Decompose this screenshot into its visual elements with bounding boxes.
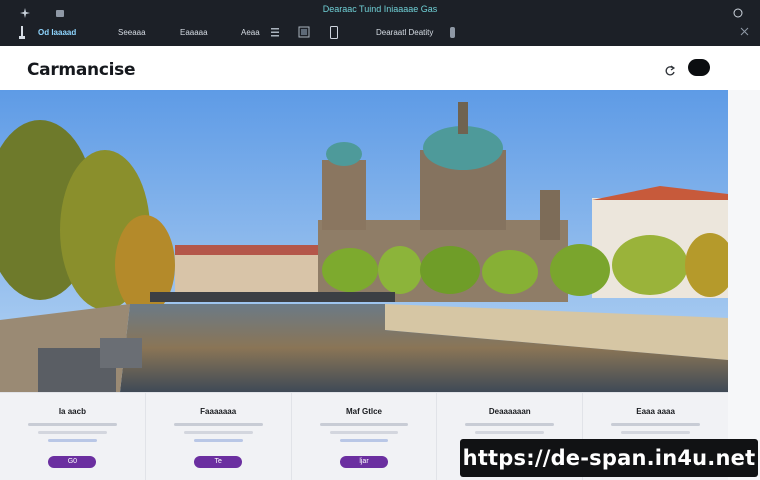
card-button[interactable]: ljar <box>339 456 388 468</box>
profile-toggle[interactable] <box>688 59 710 76</box>
card-text-line <box>48 439 97 442</box>
lamp-icon[interactable] <box>18 26 26 40</box>
card-button[interactable]: Te <box>194 456 243 468</box>
close-icon[interactable] <box>740 27 749 36</box>
nav-item-2[interactable]: Seeaaa <box>118 28 146 37</box>
page-header: Carmancise <box>0 46 760 90</box>
card-text-line <box>193 439 243 442</box>
card-text-line <box>319 423 409 426</box>
card-text-line <box>339 439 389 442</box>
phone-icon[interactable] <box>330 26 338 39</box>
nav-item-5[interactable]: Dearaatl Deatity <box>376 28 433 37</box>
nav-bar: Od Iaaaad Seeaaa Eaaaaa Aeaa Dearaatl De… <box>0 20 760 46</box>
nav-item-4[interactable]: Aeaa <box>241 28 260 37</box>
card-title: Maf Gtlce <box>345 407 382 416</box>
card-text-line <box>28 423 117 426</box>
card-text-line <box>475 431 545 434</box>
nav-item-3[interactable]: Eaaaaa <box>180 28 208 37</box>
hero-image <box>0 90 728 392</box>
card-button[interactable]: G0 <box>48 456 97 468</box>
card[interactable]: Ia aacb G0 <box>0 393 146 480</box>
card-title: Eaaa aaaa <box>636 407 675 416</box>
card-title: Deaaaaaan <box>488 407 531 416</box>
page: Carmancise Ia aacb G0 Faaaaaaa Te Maf Gt… <box>0 46 760 480</box>
card-text-line <box>38 431 107 434</box>
card-text-line <box>173 423 263 426</box>
card-text-line <box>329 431 399 434</box>
card-title: Ia aacb <box>58 407 86 416</box>
card-text-line <box>183 431 253 434</box>
refresh-icon[interactable] <box>664 64 676 76</box>
right-margin <box>728 90 760 480</box>
window-title-bar: Dearaac Tuind Iniaaaae Gas <box>0 0 760 20</box>
settings-icon[interactable] <box>449 27 456 38</box>
nav-brand[interactable]: Od Iaaaad <box>38 28 76 37</box>
page-title: Carmancise <box>27 60 136 80</box>
card-text-line <box>621 431 690 434</box>
hero-cathedral-scene <box>0 90 728 392</box>
window-title: Dearaac Tuind Iniaaaae Gas <box>322 4 438 14</box>
card-text-line <box>465 423 555 426</box>
top-bar: Dearaac Tuind Iniaaaae Gas Od Iaaaad See… <box>0 0 760 46</box>
card-text-line <box>611 423 700 426</box>
card[interactable]: Faaaaaaa Te <box>146 393 292 480</box>
grid-icon[interactable] <box>298 26 310 38</box>
card[interactable]: Maf Gtlce ljar <box>292 393 438 480</box>
card-title: Faaaaaaa <box>200 407 237 416</box>
list-icon[interactable] <box>270 27 280 37</box>
watermark-banner: https://de-span.in4u.net <box>460 439 758 477</box>
globe-icon[interactable] <box>733 5 743 18</box>
